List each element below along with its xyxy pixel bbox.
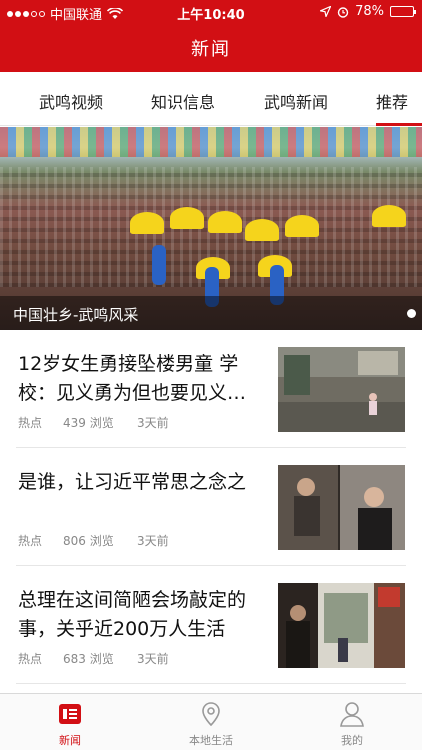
news-meta: 热点 806 浏览 3天前	[18, 532, 169, 549]
featured-banner[interactable]: 中国壮乡-武鸣风采	[0, 127, 422, 330]
location-arrow-icon	[320, 6, 332, 17]
news-title: 总理在这间简陋会场敲定的事，关乎近200万人生活	[18, 589, 247, 640]
news-tag: 热点	[18, 652, 43, 666]
banner-umbrella	[170, 207, 204, 229]
category-tabs: 武鸣视频 知识信息 武鸣新闻 推荐	[0, 72, 422, 126]
divider	[16, 683, 406, 684]
news-views: 806 浏览	[63, 534, 114, 548]
news-list-item[interactable]: 12岁女生勇接坠楼男童 学校：见义勇为但也要见义… 热点 439 浏览 3天前	[0, 330, 422, 448]
news-tag: 热点	[18, 416, 43, 430]
news-time: 3天前	[137, 652, 169, 666]
tabbar-news[interactable]: 新闻	[0, 694, 140, 750]
news-tag: 热点	[18, 534, 43, 548]
tab-recommended[interactable]: 推荐	[376, 89, 422, 126]
tab-wuming-video[interactable]: 武鸣视频	[39, 89, 103, 113]
news-time: 3天前	[137, 416, 169, 430]
status-right: 78%	[320, 4, 416, 19]
news-meta: 热点 683 浏览 3天前	[18, 650, 169, 667]
banner-umbrella	[245, 219, 279, 241]
news-list-item[interactable]: 总理在这间简陋会场敲定的事，关乎近200万人生活 热点 683 浏览 3天前	[0, 566, 422, 684]
banner-umbrella	[208, 211, 242, 233]
tabbar-mine[interactable]: 我的	[282, 694, 422, 750]
battery-percent: 78%	[355, 4, 384, 19]
person-icon	[340, 702, 364, 727]
battery-icon	[390, 6, 416, 17]
tabbar-label: 新闻	[59, 734, 81, 747]
tab-wuming-news[interactable]: 武鸣新闻	[264, 89, 328, 113]
banner-umbrella	[285, 215, 319, 237]
news-thumbnail	[278, 465, 405, 550]
banner-dancer	[152, 245, 166, 285]
news-meta: 热点 439 浏览 3天前	[18, 414, 169, 431]
tab-knowledge-info[interactable]: 知识信息	[151, 89, 215, 113]
location-pin-icon	[202, 702, 220, 727]
tabbar-label: 本地生活	[189, 734, 233, 747]
news-views: 439 浏览	[63, 416, 114, 430]
news-icon	[59, 704, 81, 724]
banner-umbrella	[130, 212, 164, 234]
bottom-tab-bar: 新闻 本地生活 我的	[0, 693, 422, 750]
tabbar-label: 我的	[341, 734, 363, 747]
banner-caption: 中国壮乡-武鸣风采	[0, 296, 422, 330]
banner-photo-canopy	[0, 127, 422, 157]
news-thumbnail	[278, 347, 405, 432]
news-title: 12岁女生勇接坠楼男童 学校：见义勇为但也要见义…	[18, 353, 247, 404]
status-bar: 中国联通 上午10:40 78%	[0, 0, 422, 24]
alarm-icon	[337, 6, 349, 18]
news-views: 683 浏览	[63, 652, 114, 666]
news-title: 是谁，让习近平常思之念之	[18, 471, 247, 493]
news-time: 3天前	[137, 534, 169, 548]
carousel-page-indicator[interactable]	[407, 309, 416, 318]
page-title: 新闻	[191, 39, 231, 60]
tabbar-local-life[interactable]: 本地生活	[141, 694, 281, 750]
news-thumbnail	[278, 583, 405, 668]
app-header: 中国联通 上午10:40 78% 新闻	[0, 0, 422, 72]
banner-umbrella	[372, 205, 406, 227]
news-list-item[interactable]: 是谁，让习近平常思之念之 热点 806 浏览 3天前	[0, 448, 422, 566]
